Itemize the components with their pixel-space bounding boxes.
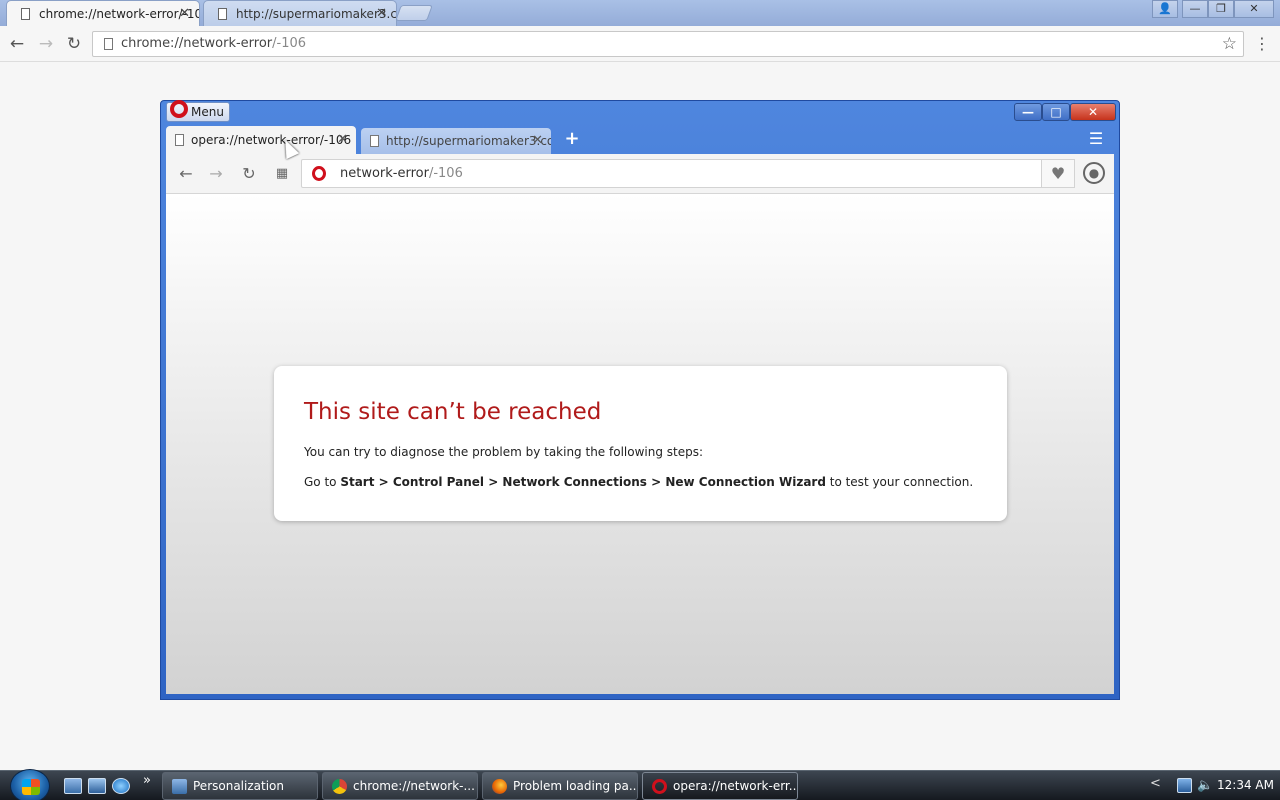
taskbar-button-firefox[interactable]: Problem loading pa... <box>482 772 638 800</box>
opera-window: Menu — □ ✕ opera://network-error/-106 ✕ … <box>160 100 1120 700</box>
start-button[interactable] <box>10 769 50 800</box>
opera-address-bar[interactable]: network-error/-106 ♥ <box>301 159 1075 188</box>
error-card: This site can’t be reached You can try t… <box>274 366 1007 521</box>
opera-tab-network-error[interactable]: opera://network-error/-106 ✕ <box>166 126 356 154</box>
opera-logo-icon <box>652 779 667 794</box>
close-icon[interactable]: ✕ <box>532 128 543 154</box>
error-steps: Go to Start > Control Panel > Network Co… <box>304 475 977 489</box>
opera-logo-icon <box>170 100 188 118</box>
opera-url[interactable]: network-error/-106 <box>340 160 463 187</box>
opera-page-content: This site can’t be reached You can try t… <box>166 194 1114 694</box>
internet-explorer-icon[interactable] <box>112 778 130 794</box>
forward-arrow-icon[interactable]: → <box>204 163 228 185</box>
chrome-tab-network-error[interactable]: chrome://network-error/-106 ✕ <box>6 0 200 26</box>
taskbar-button-opera[interactable]: opera://network-err... <box>642 772 798 800</box>
error-steps-suffix: to test your connection. <box>825 475 974 489</box>
taskbar-button-label: Problem loading pa... <box>513 779 638 793</box>
speed-dial-grid-icon[interactable]: ▦ <box>270 163 294 185</box>
close-icon[interactable]: ✕ <box>376 1 387 26</box>
back-arrow-icon[interactable]: ← <box>174 163 198 185</box>
opera-tab-title: http://supermariomaker3.com <box>386 134 551 148</box>
page-icon <box>21 8 30 20</box>
profile-icon[interactable]: 👤 <box>1152 0 1178 18</box>
heart-icon[interactable]: ♥ <box>1041 159 1075 188</box>
page-icon <box>175 134 184 146</box>
taskbar-button-label: chrome://network-... <box>353 779 475 793</box>
taskbar-button-label: Personalization <box>193 779 284 793</box>
show-hidden-icons-icon[interactable]: < <box>1150 776 1161 791</box>
error-steps-path: Start > Control Panel > Network Connecti… <box>340 475 826 489</box>
opera-menu-button[interactable]: Menu <box>166 100 230 122</box>
restore-icon[interactable]: ❐ <box>1208 0 1234 18</box>
opera-toolbar: ← → ↻ ▦ network-error/-106 ♥ ● <box>166 154 1114 194</box>
page-icon <box>218 8 227 20</box>
back-arrow-icon[interactable]: ← <box>6 33 28 55</box>
tab-menu-icon[interactable]: ☰ <box>1086 130 1106 148</box>
star-icon[interactable]: ☆ <box>1222 32 1237 56</box>
plus-icon[interactable]: + <box>561 127 583 151</box>
close-window-icon[interactable]: ✕ <box>1234 0 1274 18</box>
maximize-icon[interactable]: □ <box>1042 103 1070 121</box>
url-path: /-106 <box>272 36 307 51</box>
page-icon <box>370 135 379 147</box>
network-icon[interactable] <box>1177 778 1192 793</box>
new-tab-button[interactable] <box>395 5 433 21</box>
chrome-tab-title: chrome://network-error/-106 <box>39 7 200 21</box>
chrome-tab-title: http://supermariomaker3.com <box>236 7 397 21</box>
switch-windows-icon[interactable] <box>88 778 106 794</box>
reload-icon[interactable]: ↻ <box>63 33 85 55</box>
url-host: network-error <box>340 166 429 181</box>
taskbar: » Personalization chrome://network-... P… <box>0 769 1280 800</box>
opera-logo-icon <box>312 166 326 181</box>
close-icon[interactable]: ✕ <box>179 1 190 26</box>
kebab-menu-icon[interactable]: ⋮ <box>1254 33 1270 55</box>
reload-icon[interactable]: ↻ <box>237 163 261 185</box>
taskbar-button-label: opera://network-err... <box>673 779 798 793</box>
windows-logo-icon <box>22 779 40 795</box>
chrome-tabstrip: chrome://network-error/-106 ✕ http://sup… <box>0 0 1280 26</box>
url-path: /-106 <box>428 166 463 181</box>
firefox-icon <box>492 779 507 794</box>
opera-tab-supermariomaker[interactable]: http://supermariomaker3.com ✕ <box>361 128 551 154</box>
error-title: This site can’t be reached <box>304 399 602 425</box>
chrome-tab-supermariomaker[interactable]: http://supermariomaker3.com ✕ <box>203 0 397 26</box>
opera-menu-label: Menu <box>191 105 224 119</box>
show-desktop-icon[interactable] <box>64 778 82 794</box>
error-instructions: You can try to diagnose the problem by t… <box>304 445 704 459</box>
chrome-toolbar: ← → ↻ chrome://network-error/-106 ☆ ⋮ <box>0 26 1280 62</box>
chrome-icon <box>332 779 347 794</box>
minimize-icon[interactable]: — <box>1182 0 1208 18</box>
minimize-icon[interactable]: — <box>1014 103 1042 121</box>
volume-muted-icon[interactable]: 🔈 <box>1197 778 1213 793</box>
chrome-url[interactable]: chrome://network-error/-106 <box>121 32 306 56</box>
forward-arrow-icon[interactable]: → <box>35 33 57 55</box>
close-icon[interactable]: ✕ <box>337 126 348 154</box>
account-icon[interactable]: ● <box>1083 162 1105 184</box>
url-host: chrome://network-error <box>121 36 273 51</box>
close-window-icon[interactable]: ✕ <box>1070 103 1116 121</box>
page-icon <box>104 38 113 50</box>
opera-tabstrip: opera://network-error/-106 ✕ http://supe… <box>166 126 1114 154</box>
taskbar-button-personalization[interactable]: Personalization <box>162 772 318 800</box>
quicklaunch-overflow-icon[interactable]: » <box>143 773 151 788</box>
error-steps-prefix: Go to <box>304 475 341 489</box>
opera-tab-title: opera://network-error/-106 <box>191 133 352 147</box>
personalization-icon <box>172 779 187 794</box>
chrome-address-bar[interactable]: chrome://network-error/-106 ☆ <box>92 31 1244 57</box>
clock[interactable]: 12:34 AM <box>1217 771 1274 799</box>
taskbar-button-chrome[interactable]: chrome://network-... <box>322 772 478 800</box>
